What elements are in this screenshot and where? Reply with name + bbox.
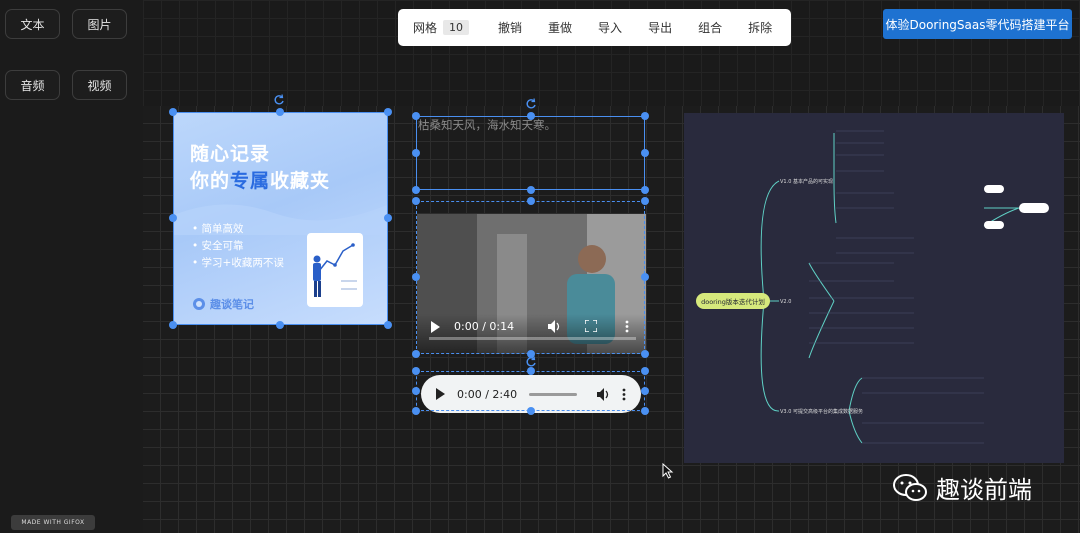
mouse-cursor-icon xyxy=(662,463,674,479)
import-button[interactable]: 导入 xyxy=(598,19,622,36)
resize-handle[interactable] xyxy=(641,350,649,358)
resize-handle[interactable] xyxy=(641,387,649,395)
group-button[interactable]: 组合 xyxy=(698,19,722,36)
ungroup-button[interactable]: 拆除 xyxy=(748,19,772,36)
resize-handle[interactable] xyxy=(412,149,420,157)
resize-handle[interactable] xyxy=(641,407,649,415)
editor-toolbar: 网格 10 撤销 重做 导入 导出 组合 拆除 xyxy=(398,9,791,46)
resize-handle[interactable] xyxy=(641,186,649,194)
image-selection-box xyxy=(173,112,388,325)
resize-handle[interactable] xyxy=(527,367,535,375)
redo-button[interactable]: 重做 xyxy=(548,19,572,36)
resize-handle[interactable] xyxy=(641,367,649,375)
video-selection-box xyxy=(416,201,645,354)
sidebar-item-video[interactable]: 视频 xyxy=(72,70,127,100)
resize-handle[interactable] xyxy=(169,108,177,116)
resize-handle[interactable] xyxy=(412,112,420,120)
resize-handle[interactable] xyxy=(641,149,649,157)
rotate-handle-icon[interactable] xyxy=(273,94,285,106)
mindmap-root-label: dooring版本迭代计划 xyxy=(701,297,765,306)
resize-handle[interactable] xyxy=(527,186,535,194)
editor-root: 文本 图片 音频 视频 网格 10 撤销 重做 导入 导出 组合 拆除 体验Do… xyxy=(0,0,1080,533)
resize-handle[interactable] xyxy=(412,273,420,281)
resize-handle[interactable] xyxy=(527,407,535,415)
grid-size-input[interactable]: 10 xyxy=(443,20,470,35)
export-button[interactable]: 导出 xyxy=(648,19,672,36)
resize-handle[interactable] xyxy=(384,214,392,222)
resize-handle[interactable] xyxy=(276,321,284,329)
resize-handle[interactable] xyxy=(384,108,392,116)
sidebar-item-audio[interactable]: 音频 xyxy=(5,70,60,100)
mindmap-branch-label: V1.0 基本产品的可实现 xyxy=(780,178,833,185)
text-selection-box xyxy=(416,116,645,190)
resize-handle[interactable] xyxy=(412,197,420,205)
resize-handle[interactable] xyxy=(412,367,420,375)
gifox-badge: MADE WITH GIFOX xyxy=(11,515,95,530)
undo-button[interactable]: 撤销 xyxy=(498,19,522,36)
mindmap-branch-label: V3.0 可提交高级平台的集成数据服务 xyxy=(780,408,863,415)
mindmap-image-element[interactable]: dooring版本迭代计划 V1.0 基本产品的可实现 V2.0 V3.0 可提… xyxy=(684,113,1064,463)
resize-handle[interactable] xyxy=(276,108,284,116)
resize-handle[interactable] xyxy=(641,112,649,120)
resize-handle[interactable] xyxy=(412,407,420,415)
wechat-logo-icon xyxy=(893,473,927,501)
resize-handle[interactable] xyxy=(412,387,420,395)
mindmap-graphic: dooring版本迭代计划 V1.0 基本产品的可实现 V2.0 V3.0 可提… xyxy=(696,130,1049,444)
resize-handle[interactable] xyxy=(641,197,649,205)
mindmap-branch-label: V2.0 xyxy=(780,299,791,305)
resize-handle[interactable] xyxy=(169,214,177,222)
watermark-text: 趣谈前端 xyxy=(936,476,1032,504)
sidebar-item-image[interactable]: 图片 xyxy=(72,9,127,39)
resize-handle[interactable] xyxy=(384,321,392,329)
sidebar-item-text[interactable]: 文本 xyxy=(5,9,60,39)
resize-handle[interactable] xyxy=(412,186,420,194)
resize-handle[interactable] xyxy=(527,197,535,205)
resize-handle[interactable] xyxy=(412,350,420,358)
try-dooring-button[interactable]: 体验DooringSaas零代码搭建平台 xyxy=(883,9,1072,39)
resize-handle[interactable] xyxy=(527,112,535,120)
wechat-watermark: 趣谈前端 xyxy=(892,470,1032,505)
resize-handle[interactable] xyxy=(641,273,649,281)
resize-handle[interactable] xyxy=(169,321,177,329)
audio-selection-box xyxy=(416,371,645,411)
grid-label: 网格 xyxy=(413,21,438,35)
rotate-handle-icon[interactable] xyxy=(525,98,537,110)
